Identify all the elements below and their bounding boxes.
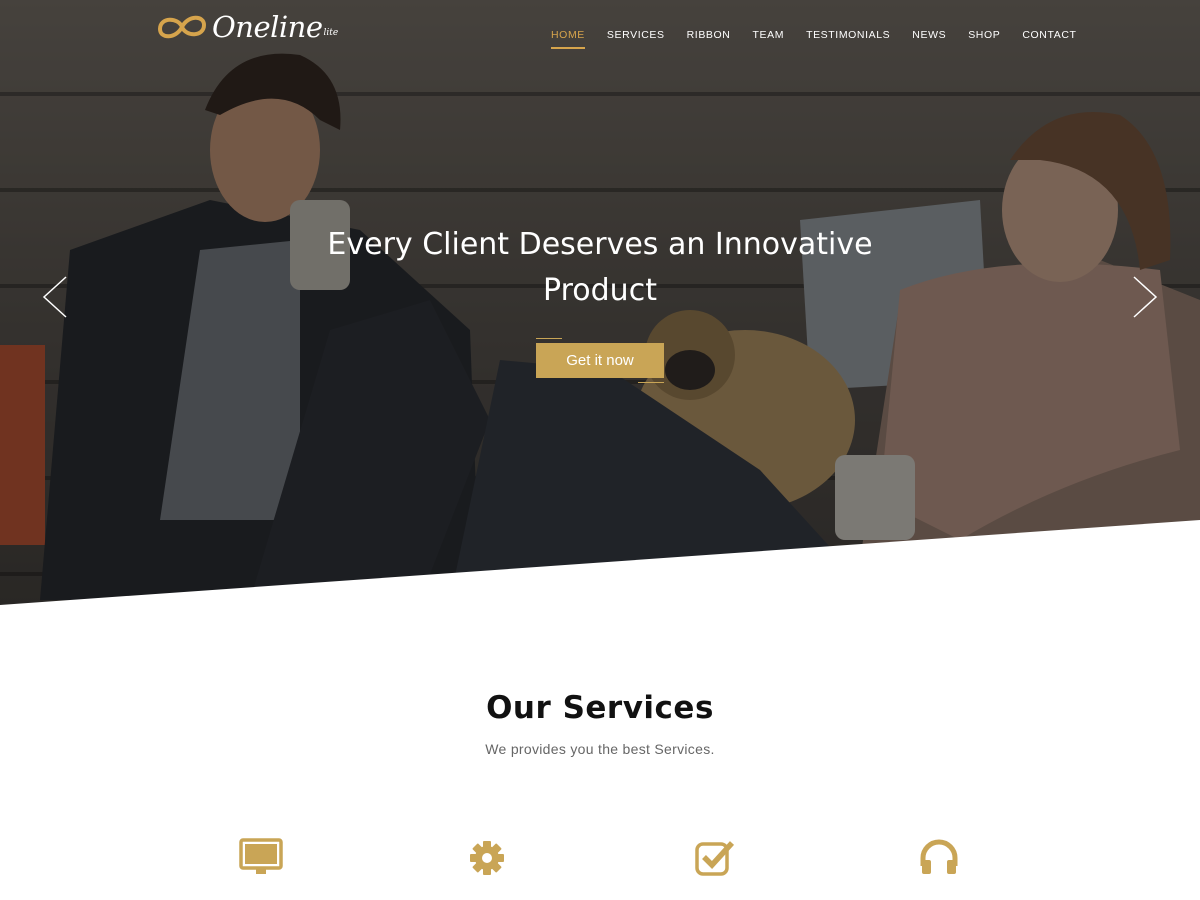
services-subtitle: We provides you the best Services. [485, 741, 715, 757]
checkbox-icon [694, 838, 738, 878]
slider-prev-button[interactable] [40, 275, 70, 319]
cta-decoration-bottom [638, 382, 664, 383]
nav-item-team[interactable]: TEAM [741, 28, 795, 42]
slider-next-button[interactable] [1130, 275, 1160, 319]
hero-slider: Oneline lite HOME SERVICES RIBBON TEAM T… [0, 0, 1200, 605]
main-nav: HOME SERVICES RIBBON TEAM TESTIMONIALS N… [540, 28, 1088, 49]
gear-icon [466, 838, 510, 878]
desktop-icon [239, 838, 283, 878]
site-logo[interactable]: Oneline lite [156, 10, 338, 44]
nav-item-testimonials[interactable]: TESTIMONIALS [795, 28, 901, 42]
nav-item-news[interactable]: NEWS [901, 28, 957, 42]
nav-item-shop[interactable]: SHOP [957, 28, 1011, 42]
hero-title: Every Client Deserves an Innovative Prod… [327, 227, 873, 308]
nav-item-ribbon[interactable]: RIBBON [676, 28, 742, 42]
nav-item-services[interactable]: SERVICES [596, 28, 676, 42]
logo-text: Oneline [212, 10, 323, 44]
nav-item-contact[interactable]: CONTACT [1011, 28, 1087, 42]
logo-swirl-icon [157, 15, 207, 39]
chevron-right-icon [1133, 276, 1158, 318]
get-it-now-button[interactable]: Get it now [536, 343, 664, 378]
logo-subtext: lite [323, 28, 339, 38]
chevron-left-icon [42, 276, 67, 318]
services-title: Our Services [486, 690, 714, 726]
nav-item-home[interactable]: HOME [540, 28, 596, 49]
headphones-icon [918, 838, 962, 878]
cta-decoration-top [536, 338, 562, 339]
